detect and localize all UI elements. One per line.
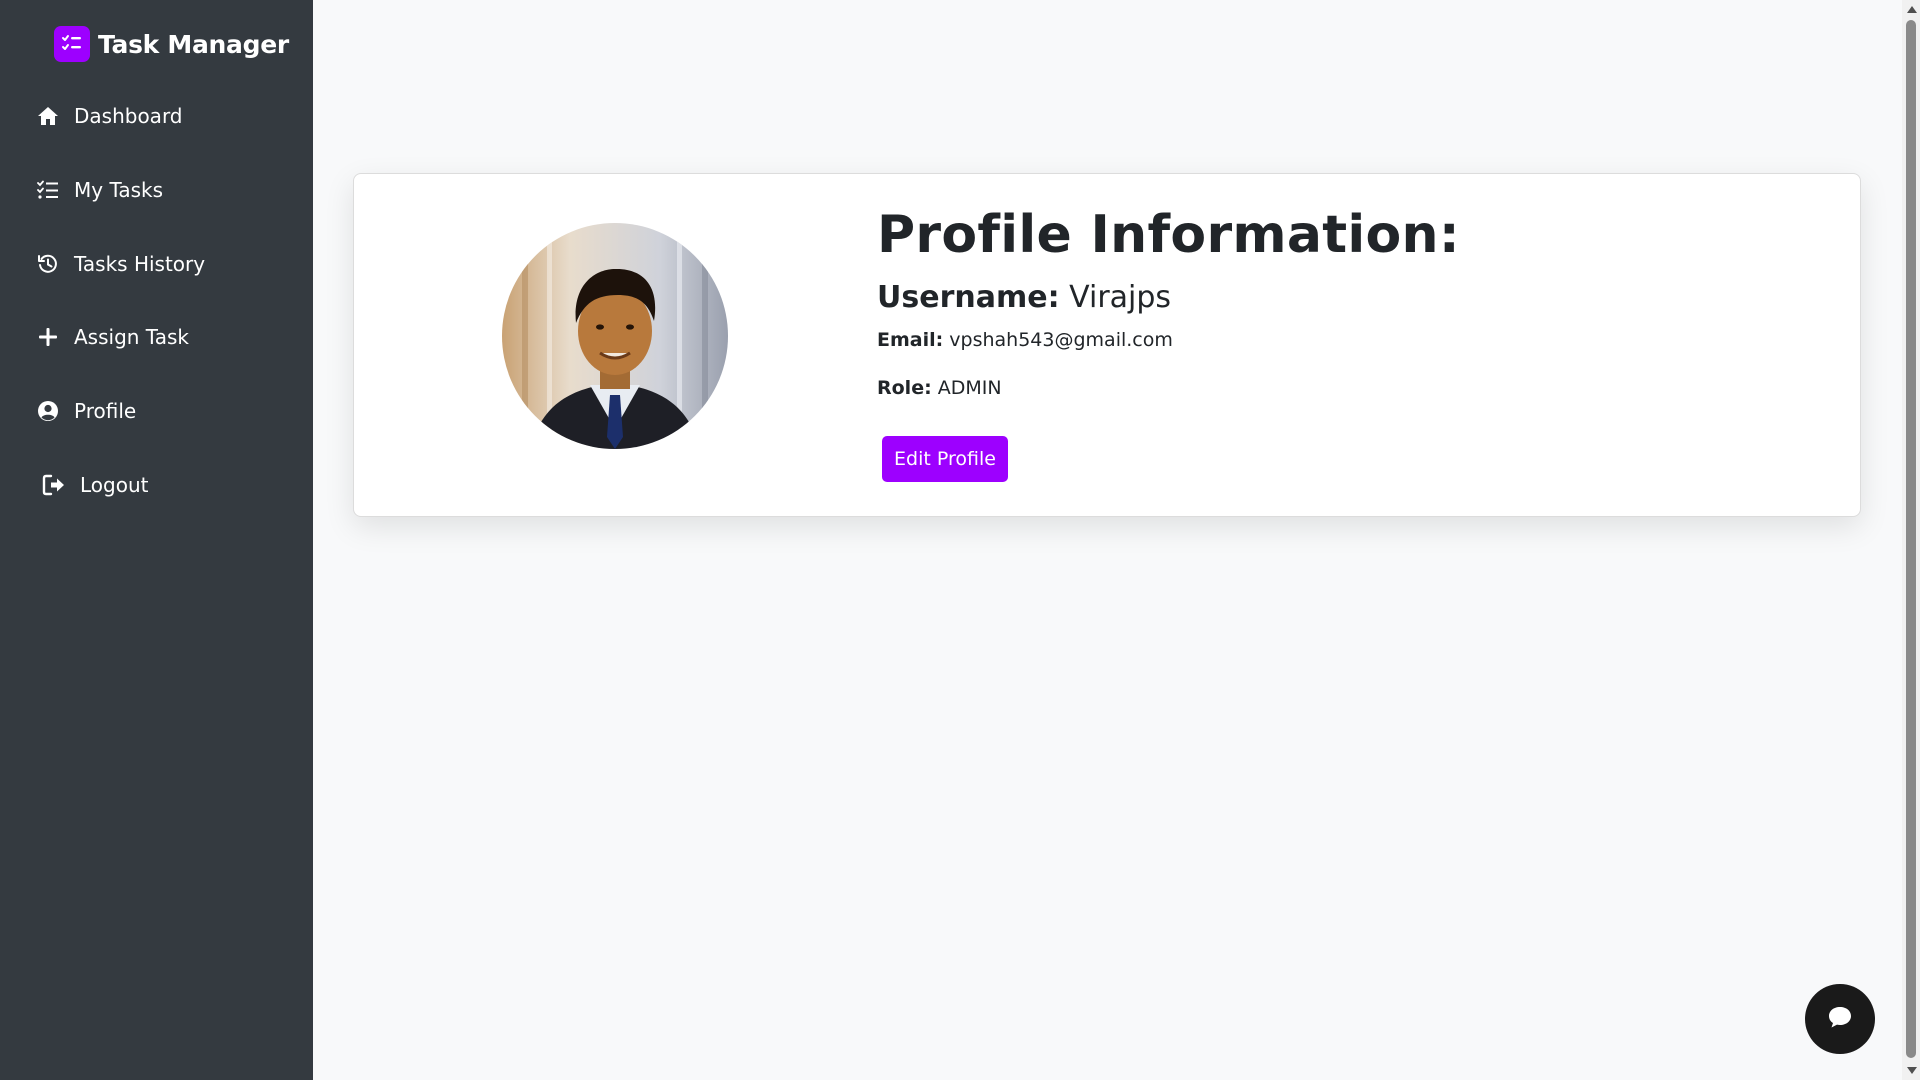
sidebar-item-label: Logout <box>80 473 149 497</box>
username-label: Username: <box>877 280 1060 316</box>
username-value: Virajps <box>1069 280 1172 316</box>
sidebar-item-tasks-history[interactable]: Tasks History <box>36 247 205 281</box>
logout-icon <box>42 473 66 497</box>
role-label: Role: <box>877 377 932 400</box>
list-check-icon <box>36 178 60 202</box>
task-list-logo-icon <box>54 26 90 62</box>
role-value: ADMIN <box>937 377 1002 400</box>
chat-button[interactable] <box>1805 984 1875 1054</box>
sidebar-item-label: Dashboard <box>74 104 183 128</box>
sidebar-item-logout[interactable]: Logout <box>42 468 148 502</box>
sidebar-item-my-tasks[interactable]: My Tasks <box>36 173 163 207</box>
page-title: Profile Information: <box>877 205 1460 265</box>
profile-card: Profile Information: Username: Virajps E… <box>353 173 1861 517</box>
profile-info: Profile Information: Username: Virajps E… <box>877 204 1460 399</box>
sidebar-item-label: Tasks History <box>74 252 206 276</box>
avatar <box>502 223 728 449</box>
home-icon <box>36 104 60 128</box>
email-label: Email: <box>877 329 944 352</box>
brand[interactable]: Task Manager <box>54 26 289 62</box>
chat-bubble-icon <box>1827 1005 1853 1033</box>
username-row: Username: Virajps <box>877 280 1460 315</box>
email-value: vpshah543@gmail.com <box>949 329 1173 352</box>
edit-profile-button[interactable]: Edit Profile <box>882 436 1008 482</box>
plus-icon <box>36 325 60 349</box>
scroll-up-icon[interactable] <box>1907 6 1917 13</box>
profile-photo <box>502 223 728 449</box>
sidebar-item-label: Assign Task <box>74 325 189 349</box>
sidebar-item-assign-task[interactable]: Assign Task <box>36 320 189 354</box>
email-row: Email: vpshah543@gmail.com <box>877 329 1460 351</box>
sidebar-item-profile[interactable]: Profile <box>36 394 136 428</box>
sidebar-item-label: Profile <box>74 399 137 423</box>
page-scrollbar[interactable] <box>1902 0 1920 1080</box>
user-circle-icon <box>36 399 60 423</box>
scroll-down-icon[interactable] <box>1907 1067 1917 1074</box>
history-icon <box>36 252 60 276</box>
scrollbar-thumb[interactable] <box>1906 20 1916 1058</box>
sidebar-item-label: My Tasks <box>74 178 164 202</box>
sidebar: Task Manager Dashboard My Tasks Tasks Hi… <box>0 0 313 1080</box>
brand-title: Task Manager <box>98 29 289 59</box>
sidebar-item-dashboard[interactable]: Dashboard <box>36 99 183 133</box>
role-row: Role: ADMIN <box>877 377 1460 399</box>
